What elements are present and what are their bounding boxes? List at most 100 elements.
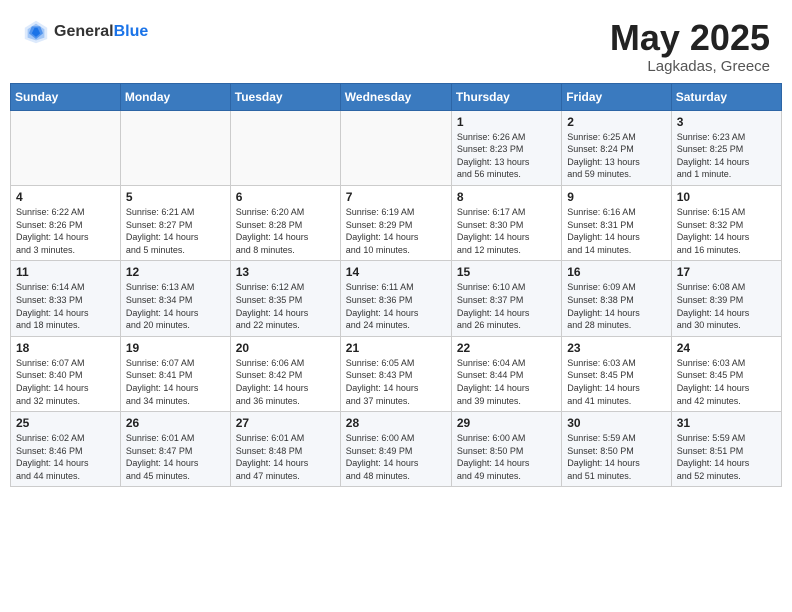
table-row: 8Sunrise: 6:17 AM Sunset: 8:30 PM Daylig…: [451, 185, 561, 260]
table-row: 16 Sunrise: 6:09 AM Sunset: 8:38 PM Dayli…: [562, 261, 671, 336]
day-info: Sunrise: 6:11 AM Sunset: 8:36 PM Dayligh…: [346, 281, 446, 331]
day-info: Sunrise: 6:20 AM Sunset: 8:28 PM Dayligh…: [236, 206, 335, 256]
table-row: 27Sunrise: 6:01 AM Sunset: 8:48 PM Dayli…: [230, 412, 340, 487]
header-thursday: Thursday: [451, 83, 561, 110]
day-number: 15: [457, 265, 556, 279]
header-monday: Monday: [120, 83, 230, 110]
page-header: GeneralBlue May 2025 Lagkadas, Greece: [10, 10, 782, 79]
table-row: 6 Sunrise: 6:20 AM Sunset: 8:28 PM Daylig…: [230, 185, 340, 260]
day-number: 25: [16, 416, 115, 430]
table-row: 9 Sunrise: 6:16 AM Sunset: 8:31 PM Daylig…: [562, 185, 671, 260]
title-block: May 2025 Lagkadas, Greece: [610, 18, 770, 75]
header-wednesday: Wednesday: [340, 83, 451, 110]
day-number: 1: [457, 115, 556, 129]
day-number: 29: [457, 416, 556, 430]
logo-general: General: [54, 23, 114, 40]
table-row: 26 Sunrise: 6:01 AM Sunset: 8:47 PM Dayli…: [120, 412, 230, 487]
logo-blue: Blue: [114, 23, 149, 40]
day-number: 19: [126, 341, 225, 355]
day-info: Sunrise: 6:01 AM Sunset: 8:47 PM Dayligh…: [126, 432, 225, 482]
day-number: 17: [677, 265, 776, 279]
weekday-header-row: Sunday Monday Tuesday Wednesday Thursday…: [11, 83, 782, 110]
day-number: 27: [236, 416, 335, 430]
day-number: 12: [126, 265, 225, 279]
day-number: 24: [677, 341, 776, 355]
table-row: 17 Sunrise: 6:08 AM Sunset: 8:39 PM Dayli…: [671, 261, 781, 336]
day-number: 26: [126, 416, 225, 430]
table-row: 21 Sunrise: 6:05 AM Sunset: 8:43 PM Dayli…: [340, 336, 451, 411]
day-info: Sunrise: 6:06 AM Sunset: 8:42 PM Dayligh…: [236, 357, 335, 407]
logo-icon: [22, 18, 50, 46]
day-info: Sunrise: 6:04 AM Sunset: 8:44 PM Dayligh…: [457, 357, 556, 407]
table-row: [230, 110, 340, 185]
calendar-week-row: 4 Sunrise: 6:22 AM Sunset: 8:26 PM Daylig…: [11, 185, 782, 260]
table-row: 24 Sunrise: 6:03 AM Sunset: 8:45 PM Dayli…: [671, 336, 781, 411]
table-row: 23Sunrise: 6:03 AM Sunset: 8:45 PM Dayli…: [562, 336, 671, 411]
day-info: Sunrise: 5:59 AM Sunset: 8:51 PM Dayligh…: [677, 432, 776, 482]
header-sunday: Sunday: [11, 83, 121, 110]
header-tuesday: Tuesday: [230, 83, 340, 110]
day-info: Sunrise: 6:17 AM Sunset: 8:30 PM Dayligh…: [457, 206, 556, 256]
table-row: 31 Sunrise: 5:59 AM Sunset: 8:51 PM Dayli…: [671, 412, 781, 487]
calendar-week-row: 25 Sunrise: 6:02 AM Sunset: 8:46 PM Dayli…: [11, 412, 782, 487]
day-info: Sunrise: 6:22 AM Sunset: 8:26 PM Dayligh…: [16, 206, 115, 256]
day-info: Sunrise: 6:19 AM Sunset: 8:29 PM Dayligh…: [346, 206, 446, 256]
table-row: 13Sunrise: 6:12 AM Sunset: 8:35 PM Dayli…: [230, 261, 340, 336]
day-info: Sunrise: 6:10 AM Sunset: 8:37 PM Dayligh…: [457, 281, 556, 331]
day-info: Sunrise: 6:25 AM Sunset: 8:24 PM Dayligh…: [567, 131, 665, 181]
day-info: Sunrise: 6:26 AM Sunset: 8:23 PM Dayligh…: [457, 131, 556, 181]
day-number: 9: [567, 190, 665, 204]
day-info: Sunrise: 6:13 AM Sunset: 8:34 PM Dayligh…: [126, 281, 225, 331]
day-info: Sunrise: 6:23 AM Sunset: 8:25 PM Dayligh…: [677, 131, 776, 181]
table-row: 7Sunrise: 6:19 AM Sunset: 8:29 PM Daylig…: [340, 185, 451, 260]
day-info: Sunrise: 6:00 AM Sunset: 8:49 PM Dayligh…: [346, 432, 446, 482]
table-row: 3 Sunrise: 6:23 AM Sunset: 8:25 PM Daylig…: [671, 110, 781, 185]
day-info: Sunrise: 6:14 AM Sunset: 8:33 PM Dayligh…: [16, 281, 115, 331]
calendar-location: Lagkadas, Greece: [610, 58, 770, 75]
day-info: Sunrise: 6:02 AM Sunset: 8:46 PM Dayligh…: [16, 432, 115, 482]
table-row: 1 Sunrise: 6:26 AM Sunset: 8:23 PM Daylig…: [451, 110, 561, 185]
table-row: 22Sunrise: 6:04 AM Sunset: 8:44 PM Dayli…: [451, 336, 561, 411]
table-row: 5Sunrise: 6:21 AM Sunset: 8:27 PM Daylig…: [120, 185, 230, 260]
table-row: 18Sunrise: 6:07 AM Sunset: 8:40 PM Dayli…: [11, 336, 121, 411]
table-row: 15 Sunrise: 6:10 AM Sunset: 8:37 PM Dayli…: [451, 261, 561, 336]
day-info: Sunrise: 6:05 AM Sunset: 8:43 PM Dayligh…: [346, 357, 446, 407]
table-row: [11, 110, 121, 185]
table-row: 11 Sunrise: 6:14 AM Sunset: 8:33 PM Dayli…: [11, 261, 121, 336]
logo-text: GeneralBlue: [54, 23, 148, 41]
calendar-week-row: 1 Sunrise: 6:26 AM Sunset: 8:23 PM Daylig…: [11, 110, 782, 185]
table-row: 14 Sunrise: 6:11 AM Sunset: 8:36 PM Dayli…: [340, 261, 451, 336]
table-row: [120, 110, 230, 185]
day-number: 16: [567, 265, 665, 279]
day-number: 14: [346, 265, 446, 279]
day-info: Sunrise: 6:16 AM Sunset: 8:31 PM Dayligh…: [567, 206, 665, 256]
day-info: Sunrise: 6:12 AM Sunset: 8:35 PM Dayligh…: [236, 281, 335, 331]
table-row: 28 Sunrise: 6:00 AM Sunset: 8:49 PM Dayli…: [340, 412, 451, 487]
header-friday: Friday: [562, 83, 671, 110]
table-row: 25 Sunrise: 6:02 AM Sunset: 8:46 PM Dayli…: [11, 412, 121, 487]
table-row: 29Sunrise: 6:00 AM Sunset: 8:50 PM Dayli…: [451, 412, 561, 487]
table-row: 12 Sunrise: 6:13 AM Sunset: 8:34 PM Dayli…: [120, 261, 230, 336]
day-number: 28: [346, 416, 446, 430]
day-info: Sunrise: 6:07 AM Sunset: 8:40 PM Dayligh…: [16, 357, 115, 407]
day-info: Sunrise: 6:03 AM Sunset: 8:45 PM Dayligh…: [677, 357, 776, 407]
day-number: 4: [16, 190, 115, 204]
day-number: 3: [677, 115, 776, 129]
table-row: 20 Sunrise: 6:06 AM Sunset: 8:42 PM Dayli…: [230, 336, 340, 411]
day-number: 21: [346, 341, 446, 355]
day-number: 20: [236, 341, 335, 355]
day-number: 30: [567, 416, 665, 430]
day-number: 31: [677, 416, 776, 430]
day-number: 6: [236, 190, 335, 204]
day-info: Sunrise: 5:59 AM Sunset: 8:50 PM Dayligh…: [567, 432, 665, 482]
day-number: 2: [567, 115, 665, 129]
day-info: Sunrise: 6:09 AM Sunset: 8:38 PM Dayligh…: [567, 281, 665, 331]
day-number: 11: [16, 265, 115, 279]
day-info: Sunrise: 6:15 AM Sunset: 8:32 PM Dayligh…: [677, 206, 776, 256]
calendar-week-row: 11 Sunrise: 6:14 AM Sunset: 8:33 PM Dayli…: [11, 261, 782, 336]
table-row: 2 Sunrise: 6:25 AM Sunset: 8:24 PM Daylig…: [562, 110, 671, 185]
day-info: Sunrise: 6:07 AM Sunset: 8:41 PM Dayligh…: [126, 357, 225, 407]
header-saturday: Saturday: [671, 83, 781, 110]
table-row: 19 Sunrise: 6:07 AM Sunset: 8:41 PM Dayli…: [120, 336, 230, 411]
day-info: Sunrise: 6:08 AM Sunset: 8:39 PM Dayligh…: [677, 281, 776, 331]
